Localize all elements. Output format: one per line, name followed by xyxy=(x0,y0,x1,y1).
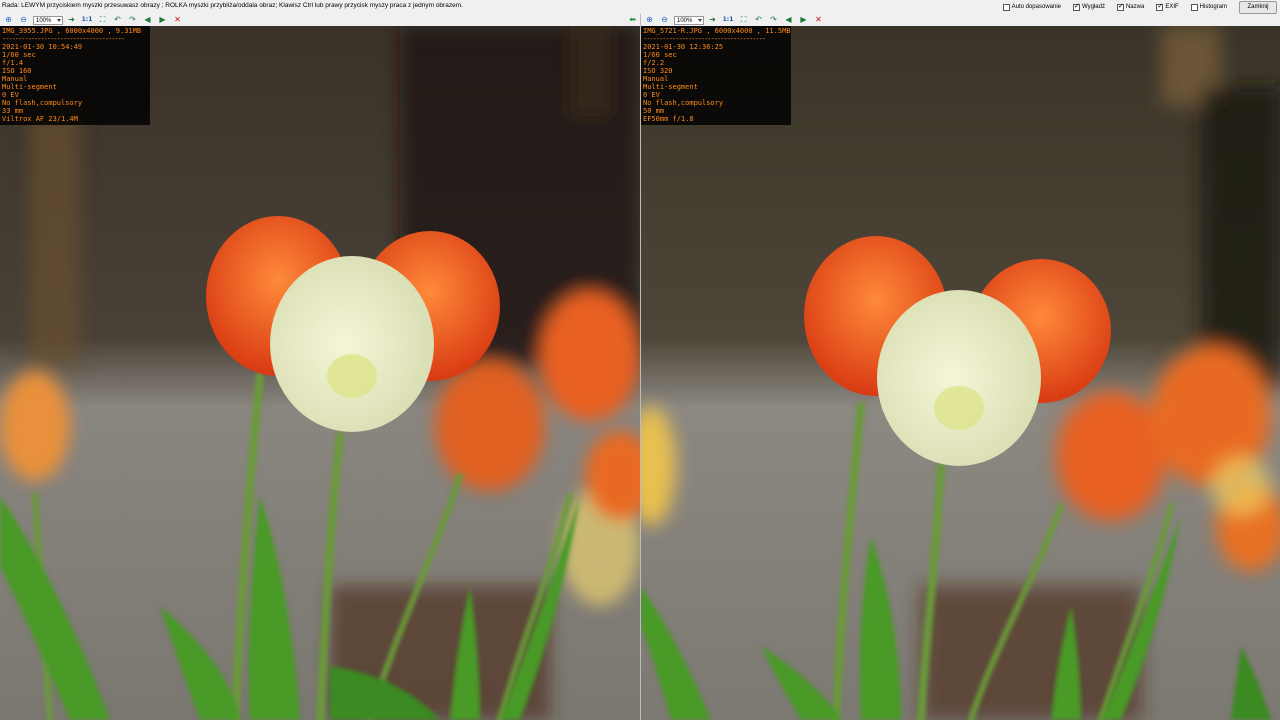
zoom-in-icon[interactable]: ⊕ xyxy=(3,15,14,25)
fit-icon[interactable]: ⛶ xyxy=(97,15,108,25)
zoom-out-icon[interactable]: ⊖ xyxy=(659,15,670,25)
options-bar: Auto dopasowanie Wygładź Nazwa EXIF Hist… xyxy=(1002,0,1280,14)
rotate-left-icon[interactable]: ↶ xyxy=(753,15,764,25)
next-image-icon[interactable]: ▶ xyxy=(157,15,168,25)
option-histogram[interactable]: Histogram xyxy=(1190,3,1227,11)
close-button[interactable]: Zamknij xyxy=(1239,0,1277,14)
left-exif-shutter: 1/60 sec xyxy=(2,51,36,59)
right-exif-date: 2021-01-30 12:36:25 xyxy=(643,43,724,51)
prev-image-icon[interactable]: ◀ xyxy=(142,15,153,25)
right-exif-mode: Manual xyxy=(643,75,669,83)
left-toolbar: ⊕ ⊖ 100% ➜ 1:1 ⛶ ↶ ↷ ◀ ▶ ✕ ⬅ xyxy=(0,14,640,26)
zoom-out-icon[interactable]: ⊖ xyxy=(18,15,29,25)
exif-checkbox[interactable] xyxy=(1156,2,1164,11)
next-icon[interactable]: ➜ xyxy=(66,15,77,25)
next-icon[interactable]: ➜ xyxy=(707,15,718,25)
right-exif-aperture: f/2.2 xyxy=(643,59,665,67)
left-exif-focal: 33 mm xyxy=(2,107,24,115)
close-icon[interactable]: ✕ xyxy=(172,15,183,25)
rotate-left-icon[interactable]: ↶ xyxy=(112,15,123,25)
left-exif-date: 2021-01-30 10:54:49 xyxy=(2,43,83,51)
histogram-checkbox[interactable] xyxy=(1190,3,1198,11)
left-file-info: IMG_3955.JPG , 6000x4000 , 9.31MB xyxy=(2,27,142,35)
rotate-right-icon[interactable]: ↷ xyxy=(127,15,138,25)
right-separator: -------------------------------------- xyxy=(643,35,766,43)
top-bar: Rada: LEWYM przyciskiem myszki przesuwas… xyxy=(0,0,1280,14)
zoom-select[interactable]: 100% xyxy=(33,15,63,25)
left-exif-metering: Multi-segment xyxy=(2,83,57,91)
one-to-one-button[interactable]: 1:1 xyxy=(81,15,93,25)
close-icon[interactable]: ✕ xyxy=(813,15,824,25)
left-exif-overlay: IMG_3955.JPG , 6000x4000 , 9.31MB ------… xyxy=(0,26,150,125)
right-file-info: IMG_5721-R.JPG , 6000x4000 , 11.5MB xyxy=(643,27,791,35)
right-exif-ev: 0 EV xyxy=(643,91,660,99)
right-exif-iso: ISO 320 xyxy=(643,67,673,75)
left-exif-ev: 0 EV xyxy=(2,91,19,99)
next-image-icon[interactable]: ▶ xyxy=(798,15,809,25)
left-photo[interactable] xyxy=(0,26,640,720)
right-toolbar: ⊕ ⊖ 100% ➜ 1:1 ⛶ ↶ ↷ ◀ ▶ ✕ xyxy=(641,14,1280,26)
option-exif[interactable]: EXIF xyxy=(1156,2,1179,11)
auto-fit-checkbox[interactable] xyxy=(1002,3,1010,11)
left-exif-aperture: f/1.4 xyxy=(2,59,24,67)
right-photo[interactable] xyxy=(641,26,1280,720)
fit-icon[interactable]: ⛶ xyxy=(738,15,749,25)
zoom-in-icon[interactable]: ⊕ xyxy=(644,15,655,25)
name-checkbox[interactable] xyxy=(1116,2,1124,11)
right-exif-overlay: IMG_5721-R.JPG , 6000x4000 , 11.5MB ----… xyxy=(641,26,791,125)
right-exif-lens: EF50mm f/1.8 xyxy=(643,115,694,123)
left-separator: -------------------------------------- xyxy=(2,35,125,43)
hint-text: Rada: LEWYM przyciskiem myszki przesuwas… xyxy=(2,2,463,9)
option-smooth[interactable]: Wygładź xyxy=(1073,2,1105,11)
right-exif-flash: No flash,compulsory xyxy=(643,99,724,107)
option-name[interactable]: Nazwa xyxy=(1116,2,1144,11)
option-auto-fit[interactable]: Auto dopasowanie xyxy=(1002,3,1061,11)
left-exif-lens: Viltrox AF 23/1.4M xyxy=(2,115,78,123)
zoom-select[interactable]: 100% xyxy=(674,15,704,25)
sync-left-arrow-icon[interactable]: ⬅ xyxy=(629,15,636,24)
left-exif-mode: Manual xyxy=(2,75,28,83)
rotate-right-icon[interactable]: ↷ xyxy=(768,15,779,25)
right-exif-focal: 50 mm xyxy=(643,107,665,115)
left-exif-iso: ISO 160 xyxy=(2,67,32,75)
right-exif-metering: Multi-segment xyxy=(643,83,698,91)
prev-image-icon[interactable]: ◀ xyxy=(783,15,794,25)
one-to-one-button[interactable]: 1:1 xyxy=(722,15,734,25)
left-exif-flash: No flash,compulsory xyxy=(2,99,83,107)
smooth-checkbox[interactable] xyxy=(1073,2,1080,11)
right-panel: ⊕ ⊖ 100% ➜ 1:1 ⛶ ↶ ↷ ◀ ▶ ✕ IMG_5721-R.JP… xyxy=(640,14,1280,720)
right-exif-shutter: 1/60 sec xyxy=(643,51,677,59)
left-panel: ⊕ ⊖ 100% ➜ 1:1 ⛶ ↶ ↷ ◀ ▶ ✕ ⬅ IMG_3955.JP… xyxy=(0,14,640,720)
